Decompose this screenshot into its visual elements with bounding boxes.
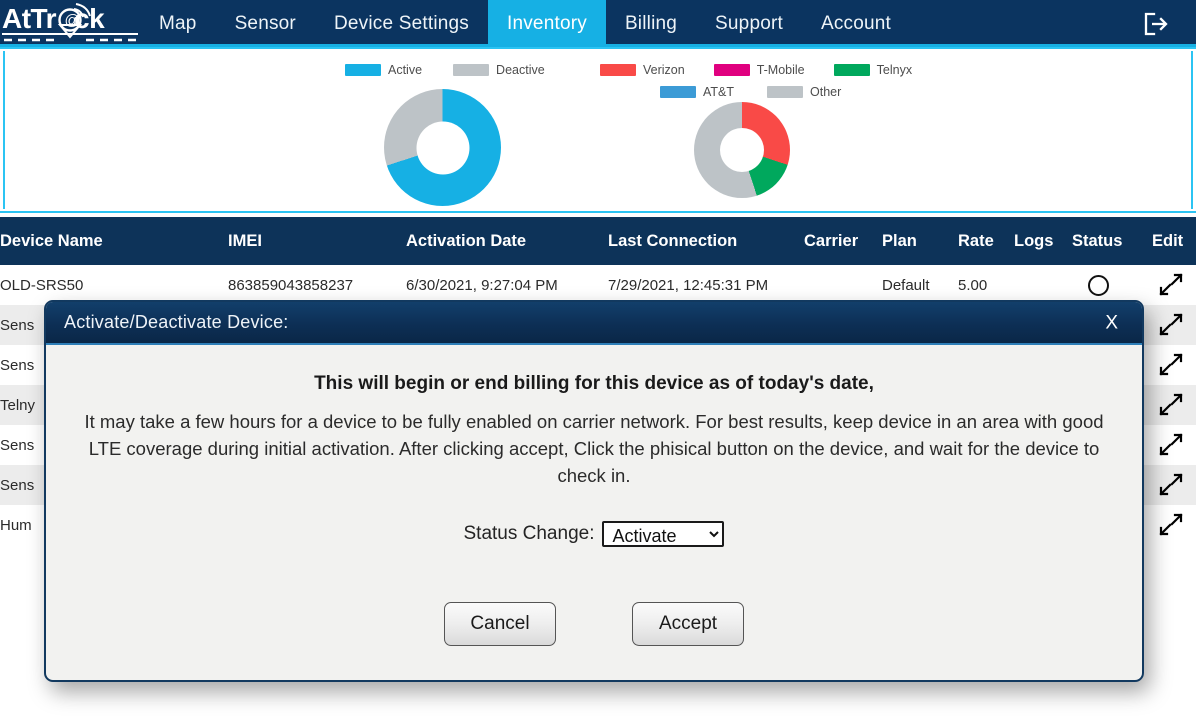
legend-swatch-tmobile (714, 64, 750, 76)
column-header-status[interactable]: Status (1072, 217, 1130, 265)
column-header-rate[interactable]: Rate (958, 217, 1006, 265)
cell-edit[interactable] (1152, 465, 1196, 505)
carrier-chart-legend-row1: Verizon T-Mobile Telnyx (600, 63, 912, 77)
cell-edit[interactable] (1152, 505, 1196, 545)
collapse-arrows-icon[interactable] (1158, 272, 1184, 298)
cancel-button[interactable]: Cancel (444, 602, 556, 646)
svg-text:AtTr: AtTr (2, 3, 57, 34)
legend-item-deactive: Deactive (453, 63, 545, 77)
circle-outline-icon[interactable] (1088, 275, 1109, 296)
inventory-page: AtTr ck @ Map Sensor Device Settings (0, 0, 1196, 719)
top-navigation-bar: AtTr ck @ Map Sensor Device Settings (0, 0, 1196, 47)
nav-item-inventory[interactable]: Inventory (488, 0, 606, 47)
modal-title: Activate/Deactivate Device: (46, 312, 289, 333)
modal-body: This will begin or end billing for this … (46, 345, 1142, 646)
nav-item-map[interactable]: Map (140, 0, 216, 47)
cell-plan: Default (882, 265, 954, 305)
legend-label-other: Other (810, 85, 841, 99)
attrack-logo-icon: AtTr ck @ (2, 1, 138, 45)
legend-item-active: Active (345, 63, 422, 77)
status-change-label: Status Change: (464, 523, 595, 545)
cell-edit[interactable] (1152, 305, 1196, 345)
collapse-arrows-icon[interactable] (1158, 312, 1184, 338)
modal-lead-text: This will begin or end billing for this … (70, 373, 1118, 395)
svg-text:@: @ (65, 12, 80, 29)
collapse-arrows-icon[interactable] (1158, 432, 1184, 458)
nav-item-support[interactable]: Support (696, 0, 802, 47)
column-header-carrier[interactable]: Carrier (804, 217, 882, 265)
cell-edit[interactable] (1152, 265, 1196, 305)
collapse-arrows-icon[interactable] (1158, 512, 1184, 538)
cell-edit[interactable] (1152, 385, 1196, 425)
logout-icon (1141, 9, 1171, 39)
donut-hole (720, 128, 764, 172)
column-header-plan[interactable]: Plan (882, 217, 954, 265)
legend-label-active: Active (388, 63, 422, 77)
activate-deactivate-modal: Activate/Deactivate Device: X This will … (44, 300, 1144, 682)
legend-swatch-att (660, 86, 696, 98)
carrier-chart-legend-row2: AT&T Other (660, 85, 841, 99)
legend-label-att: AT&T (703, 85, 734, 99)
cell-logs (1014, 265, 1064, 305)
column-header-activation-date[interactable]: Activation Date (406, 217, 604, 265)
modal-button-row: Cancel Accept (70, 602, 1118, 646)
column-header-imei[interactable]: IMEI (228, 217, 404, 265)
nav-items: Map Sensor Device Settings Inventory Bil… (140, 0, 910, 47)
cell-last-connection: 7/29/2021, 12:45:31 PM (608, 265, 804, 305)
nav-item-billing[interactable]: Billing (606, 0, 696, 47)
chart-panel-border (3, 51, 1193, 209)
legend-swatch-verizon (600, 64, 636, 76)
cell-activation-date: 6/30/2021, 9:27:04 PM (406, 265, 604, 305)
cell-edit[interactable] (1152, 345, 1196, 385)
nav-item-device-settings[interactable]: Device Settings (315, 0, 488, 47)
nav-item-sensor[interactable]: Sensor (216, 0, 315, 47)
column-header-edit[interactable]: Edit (1152, 217, 1196, 265)
legend-item-other: Other (767, 85, 841, 99)
legend-item-verizon: Verizon (600, 63, 685, 77)
carrier-donut-chart (694, 102, 790, 198)
legend-swatch-other (767, 86, 803, 98)
cell-imei: 863859043858237 (228, 265, 404, 305)
accept-button[interactable]: Accept (632, 602, 744, 646)
device-status-donut-chart (384, 89, 501, 206)
legend-item-att: AT&T (660, 85, 734, 99)
nav-item-account[interactable]: Account (802, 0, 910, 47)
legend-label-verizon: Verizon (643, 63, 685, 77)
close-icon[interactable]: X (1105, 313, 1118, 332)
column-header-last-connection[interactable]: Last Connection (608, 217, 804, 265)
column-header-logs[interactable]: Logs (1014, 217, 1064, 265)
cell-rate: 5.00 (958, 265, 1006, 305)
legend-label-tmobile: T-Mobile (757, 63, 805, 77)
logout-button[interactable] (1136, 4, 1176, 44)
table-header-row: Device Name IMEI Activation Date Last Co… (0, 217, 1196, 265)
legend-label-deactive: Deactive (496, 63, 545, 77)
column-header-device-name[interactable]: Device Name (0, 217, 222, 265)
cell-carrier (804, 265, 882, 305)
collapse-arrows-icon[interactable] (1158, 472, 1184, 498)
status-change-row: Status Change: ActivateDeactivate (70, 521, 1118, 547)
legend-swatch-deactive (453, 64, 489, 76)
legend-swatch-telnyx (834, 64, 870, 76)
collapse-arrows-icon[interactable] (1158, 352, 1184, 378)
donut-hole (416, 121, 469, 174)
summary-charts-panel: Active Deactive Verizon T-Mobile Telnyx (0, 47, 1196, 213)
brand-logo[interactable]: AtTr ck @ (0, 0, 140, 47)
cell-edit[interactable] (1152, 425, 1196, 465)
legend-swatch-active (345, 64, 381, 76)
status-change-select[interactable]: ActivateDeactivate (602, 521, 724, 547)
modal-description-text: It may take a few hours for a device to … (70, 409, 1118, 489)
cell-device-name: OLD-SRS50 (0, 265, 222, 305)
status-chart-legend: Active Deactive (345, 63, 545, 77)
collapse-arrows-icon[interactable] (1158, 392, 1184, 418)
legend-item-tmobile: T-Mobile (714, 63, 805, 77)
cell-status[interactable] (1074, 265, 1132, 305)
modal-header: Activate/Deactivate Device: X (46, 302, 1142, 345)
table-row[interactable]: OLD-SRS50 863859043858237 6/30/2021, 9:2… (0, 265, 1196, 305)
legend-label-telnyx: Telnyx (877, 63, 912, 77)
legend-item-telnyx: Telnyx (834, 63, 912, 77)
